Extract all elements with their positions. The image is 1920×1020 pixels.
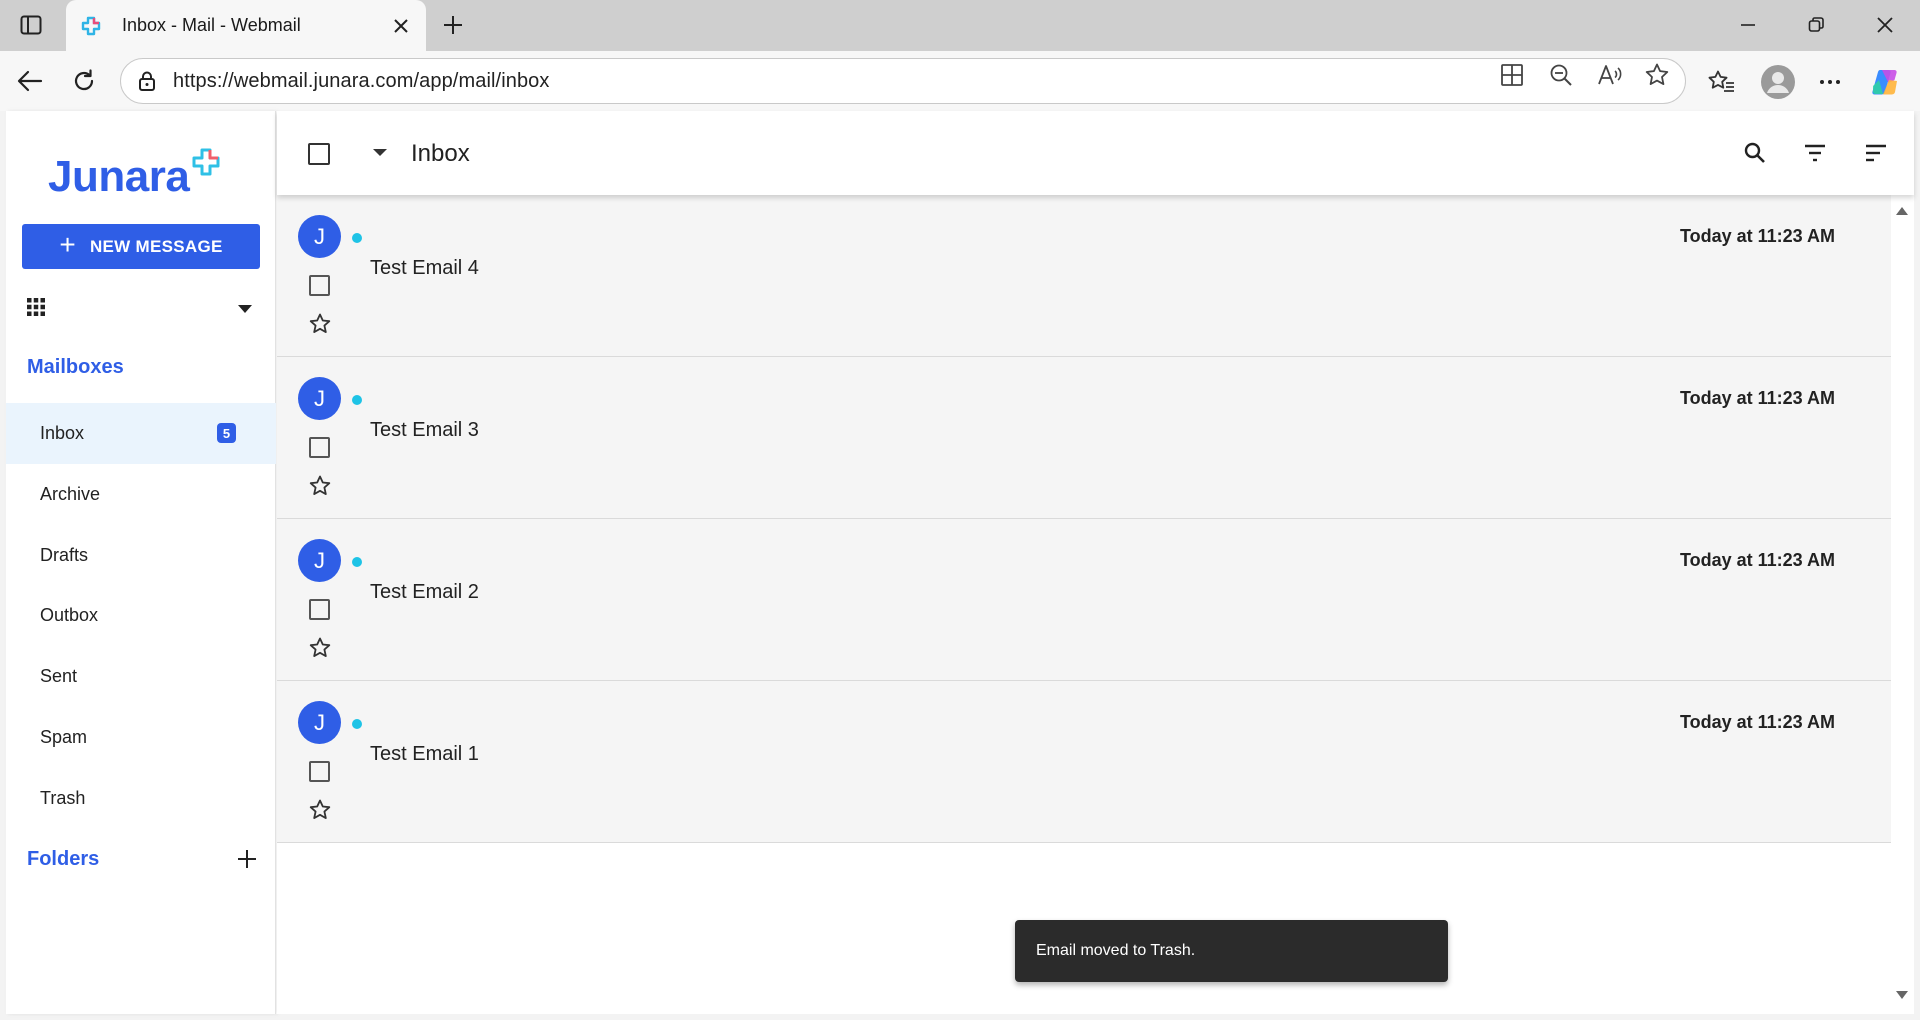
mailbox-item-label: Trash [40,788,86,808]
star-outline-icon[interactable] [306,796,334,824]
mailbox-item-archive[interactable]: Archive [6,464,276,525]
page-title: Inbox [411,140,470,167]
apps-switcher[interactable] [22,291,260,327]
close-tab-icon[interactable] [390,15,412,37]
new-message-button[interactable]: + NEW MESSAGE [22,224,260,269]
new-message-label: NEW MESSAGE [89,236,223,256]
favorites-list-icon[interactable] [1705,65,1739,99]
sort-icon[interactable] [1861,138,1891,168]
star-outline-icon[interactable] [306,634,334,662]
sender-avatar[interactable]: J [298,377,341,420]
search-icon[interactable] [1740,138,1770,168]
email-subject: Test Email 2 [370,581,479,603]
email-timestamp: Today at 11:23 AM [1679,226,1835,246]
email-timestamp: Today at 11:23 AM [1679,388,1835,408]
chevron-down-icon[interactable] [238,300,252,318]
more-options-icon[interactable] [1813,65,1847,99]
mailbox-item-spam[interactable]: Spam [6,707,276,768]
mailbox-item-label: Outbox [40,605,99,625]
mailbox-item-label: Archive [40,484,101,504]
mailbox-item-label: Spam [40,727,88,747]
tab-title: Inbox - Mail - Webmail [122,15,301,35]
tab-actions-icon[interactable] [14,10,48,40]
logo-cross-icon [192,148,220,176]
mailbox-item-trash[interactable]: Trash [6,768,276,829]
star-outline-icon[interactable] [306,472,334,500]
select-options-chevron-down-icon[interactable] [373,149,387,156]
sender-avatar[interactable]: J [298,701,341,744]
select-all-checkbox[interactable] [308,143,330,165]
copilot-icon[interactable] [1868,65,1902,99]
mailbox-item-sent[interactable]: Sent [6,646,276,707]
unread-indicator [352,233,362,243]
folders-heading[interactable]: Folders [27,848,99,871]
email-row[interactable]: J Test Email 4 Today at 11:23 AM [277,195,1891,357]
apps-grid-icon[interactable] [26,297,46,322]
scroll-down-arrow-icon[interactable] [1896,991,1908,999]
logo-wordmark: Junara [48,152,190,201]
new-tab-plus-icon[interactable] [438,10,468,40]
email-select-checkbox[interactable] [309,275,330,296]
refresh-icon[interactable] [68,65,100,97]
close-window-icon[interactable] [1870,10,1900,40]
browser-toolbar: https://webmail.junara.com/app/mail/inbo… [0,51,1920,111]
plus-icon: + [59,229,76,260]
browser-tab-bar: Inbox - Mail - Webmail [0,0,1920,51]
unread-indicator [352,719,362,729]
browser-tab-active[interactable]: Inbox - Mail - Webmail [66,0,426,51]
email-select-checkbox[interactable] [309,599,330,620]
unread-indicator [352,395,362,405]
email-list: J Test Email 4 Today at 11:23 AM J Test … [277,195,1891,843]
email-row[interactable]: J Test Email 1 Today at 11:23 AM [277,681,1891,843]
message-list-pane: Inbox J Test Email 4 Today at 11:23 AM J… [277,111,1914,1014]
star-outline-icon[interactable] [306,310,334,338]
url-text: https://webmail.junara.com/app/mail/inbo… [173,69,550,92]
email-select-checkbox[interactable] [309,761,330,782]
sender-avatar[interactable]: J [298,215,341,258]
email-row[interactable]: J Test Email 3 Today at 11:23 AM [277,357,1891,519]
back-arrow-icon[interactable] [14,65,46,97]
unread-indicator [352,557,362,567]
mailbox-item-label: Sent [40,666,78,686]
snackbar-notification: Email moved to Trash. [1015,920,1448,982]
app-available-icon[interactable] [1498,61,1526,89]
read-aloud-icon[interactable] [1596,61,1624,89]
filter-icon[interactable] [1800,138,1830,168]
restore-icon[interactable] [1801,10,1831,40]
mailbox-item-label: Inbox [40,423,85,443]
email-subject: Test Email 3 [370,419,479,441]
mailbox-item-outbox[interactable]: Outbox [6,585,276,646]
list-header: Inbox [277,111,1914,195]
add-folder-plus-icon[interactable] [232,844,262,874]
profile-avatar-icon[interactable] [1759,63,1797,101]
junara-logo[interactable]: Junara [48,147,221,199]
unread-count-badge: 5 [217,423,236,443]
lock-icon[interactable] [135,69,159,93]
email-subject: Test Email 1 [370,743,479,765]
junara-favicon-icon [81,16,101,35]
scroll-up-arrow-icon[interactable] [1896,207,1908,215]
mailbox-item-inbox[interactable]: Inbox 5 [6,403,276,464]
email-row[interactable]: J Test Email 2 Today at 11:23 AM [277,519,1891,681]
mailbox-item-drafts[interactable]: Drafts [6,525,276,586]
address-bar[interactable]: https://webmail.junara.com/app/mail/inbo… [120,58,1686,104]
email-timestamp: Today at 11:23 AM [1679,550,1835,570]
email-select-checkbox[interactable] [309,437,330,458]
favorite-star-icon[interactable] [1643,61,1671,89]
minimize-icon[interactable] [1733,10,1763,40]
mailboxes-heading[interactable]: Mailboxes [27,356,124,379]
sidebar: Junara + NEW MESSAGE Mailboxes Inbox 5 A… [6,111,276,1014]
mailbox-item-label: Drafts [40,545,89,565]
email-subject: Test Email 4 [370,257,479,279]
sender-avatar[interactable]: J [298,539,341,582]
email-timestamp: Today at 11:23 AM [1679,712,1835,732]
zoom-out-icon[interactable] [1547,61,1575,89]
webmail-app: Junara + NEW MESSAGE Mailboxes Inbox 5 A… [6,111,1914,1014]
snackbar-message: Email moved to Trash. [1036,942,1196,959]
